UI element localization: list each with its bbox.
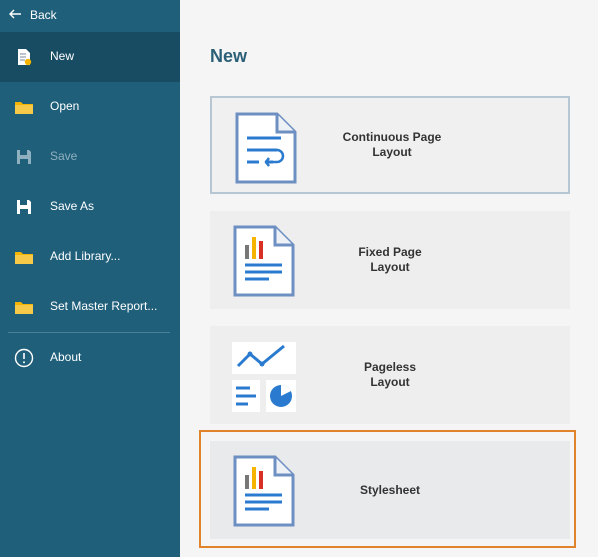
fixed-page-layout-card[interactable]: Fixed Page Layout xyxy=(210,211,570,309)
pageless-icon xyxy=(232,342,296,412)
selection-highlight xyxy=(199,430,576,548)
back-arrow-icon xyxy=(9,9,21,19)
info-icon xyxy=(14,348,34,368)
sidebar-item-label: New xyxy=(50,49,75,63)
continuous-page-icon xyxy=(235,112,297,184)
back-button[interactable]: Back xyxy=(0,0,180,32)
sidebar-item-label: About xyxy=(50,350,82,364)
sidebar-item-save[interactable]: Save xyxy=(0,132,180,182)
card-label: Pageless Layout xyxy=(363,360,417,389)
folder-icon xyxy=(15,302,33,314)
sidebar-item-label: Save xyxy=(50,149,78,163)
page-title: New xyxy=(210,46,248,66)
sidebar-item-set-master-report[interactable]: Set Master Report... xyxy=(0,282,180,332)
sidebar-item-open[interactable]: Open xyxy=(0,82,180,132)
sidebar-item-label: Add Library... xyxy=(50,249,121,263)
folder-icon xyxy=(15,252,33,264)
sidebar-item-label: Save As xyxy=(50,199,95,213)
sidebar-item-add-library[interactable]: Add Library... xyxy=(0,232,180,282)
back-label: Back xyxy=(30,8,57,22)
sidebar-item-label: Open xyxy=(50,99,80,113)
fixed-page-icon xyxy=(233,225,295,297)
save-as-icon xyxy=(17,200,31,214)
sidebar-item-save-as[interactable]: Save As xyxy=(0,182,180,232)
pageless-layout-card[interactable]: Pageless Layout xyxy=(210,326,570,424)
sidebar: Back New Open Save Save As Add Library..… xyxy=(0,0,180,557)
sidebar-item-label: Set Master Report... xyxy=(50,299,158,313)
card-label: Continuous Page Layout xyxy=(342,130,442,159)
card-label: Fixed Page Layout xyxy=(358,245,422,274)
folder-icon xyxy=(15,102,33,114)
new-document-icon xyxy=(18,49,32,66)
save-icon xyxy=(17,150,31,164)
continuous-page-layout-card[interactable]: Continuous Page Layout xyxy=(210,96,570,194)
sidebar-item-new[interactable]: New xyxy=(0,32,180,82)
sidebar-item-about[interactable]: About xyxy=(0,333,180,383)
